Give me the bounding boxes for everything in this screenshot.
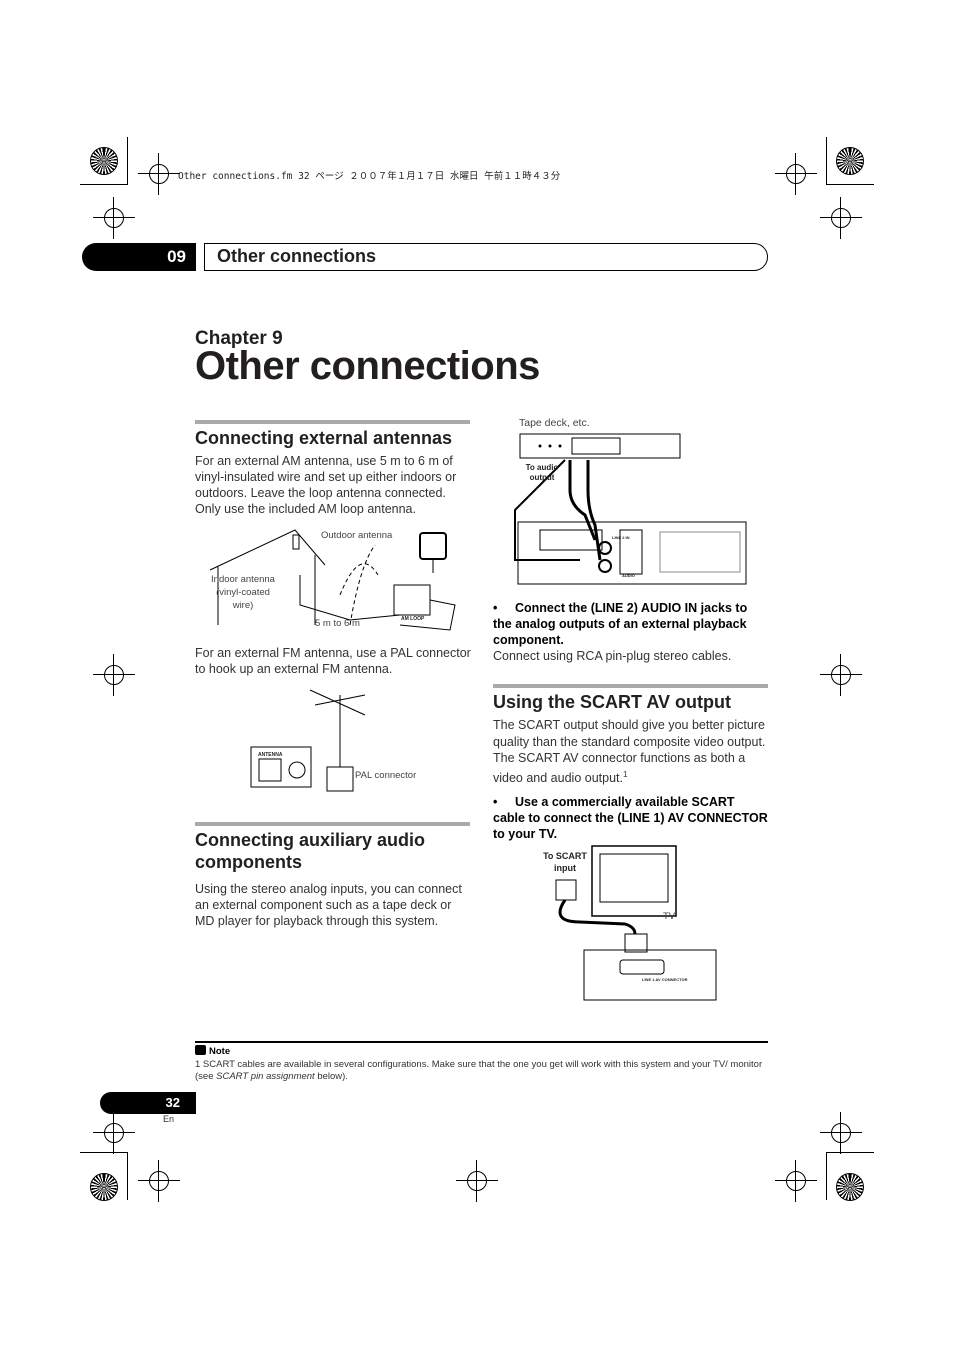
language-label: En [163,1114,175,1124]
scart-input-label: To SCART input [543,851,587,873]
pal-connector-label: PAL connector [355,770,417,781]
note-heading: Note [195,1045,768,1059]
page-title: Other connections [195,344,540,388]
chapter-number-tab: 09 [82,243,196,271]
av-connector-label: LINE 1 AV CONNECTOR [642,977,688,982]
divider [195,1041,768,1043]
registration-mark [93,197,135,239]
registration-mark [456,1160,498,1202]
paragraph: For an external AM antenna, use 5 m to 6… [195,454,457,516]
registration-mark [93,654,135,696]
registration-mark [820,654,862,696]
indoor-antenna-label: Indoor antenna (vinyl-coated wire) [211,574,275,611]
step-text: Connect the (LINE 2) AUDIO IN jacks to t… [493,601,748,647]
note-icon [195,1045,206,1055]
step-line2: • Connect the (LINE 2) AUDIO IN jacks to … [493,600,768,664]
length-label: 5 m to 6 m [315,618,360,629]
am-loop-terminal-label: AM LOOP [401,616,425,622]
step-text: Use a commercially available SCART cable… [493,795,768,842]
tape-deck-label: Tape deck, etc. [519,417,590,429]
instruction-step: • Connect the (LINE 2) AUDIO IN jacks to … [493,600,768,648]
bullet: • [493,601,498,615]
running-header: Other connections [204,243,768,271]
paragraph: Connect using RCA pin-plug stereo cables… [493,649,732,663]
fm-antenna-diagram [250,689,366,792]
registration-mark [93,1112,135,1154]
section-heading: Using the SCART AV output [493,684,768,713]
registration-mark [138,1160,180,1202]
registration-sunburst [90,147,118,175]
line2-in-label: LINE 2 IN [612,535,630,540]
paragraph: The SCART output should give you better … [493,717,768,786]
bullet: • [493,795,498,810]
tape-deck-diagram [514,433,747,585]
registration-mark [820,1112,862,1154]
page: Other connections.fm 32 ページ ２００７年１月１７日 水… [0,0,954,1350]
note-text: 1 SCART cables are available in several … [195,1058,763,1083]
registration-sunburst [836,147,864,175]
section-antennas: Connecting external antennas For an exte… [195,420,470,517]
page-number: 32 [100,1092,196,1114]
registration-mark [138,153,180,195]
paragraph: For an external FM antenna, use a PAL co… [195,646,471,676]
section-heading: Connecting auxiliary audio components [195,822,470,873]
scart-body: The SCART output should give you better … [493,718,766,785]
section-scart: Using the SCART AV output The SCART outp… [493,684,768,842]
paragraph: Using the stereo analog inputs, you can … [195,882,462,928]
registration-mark [775,153,817,195]
outdoor-antenna-label: Outdoor antenna [321,530,393,541]
audio-panel-label: AUDIO [622,573,635,578]
footnote: Note 1 SCART cables are available in sev… [195,1045,768,1084]
antenna-terminal-label: ANTENNA [258,752,283,758]
instruction-step: • Use a commercially available SCART cabl… [493,794,768,842]
section-heading: Connecting external antennas [195,420,470,449]
tv-label: TV [663,911,676,922]
section-aux: Connecting auxiliary audio components Us… [195,822,470,929]
audio-output-label: To audio output [525,463,559,482]
registration-sunburst [836,1173,864,1201]
footnote-ref: 1 [622,769,628,779]
registration-mark [775,1160,817,1202]
registration-sunburst [90,1173,118,1201]
registration-mark [820,197,862,239]
print-info: Other connections.fm 32 ページ ２００７年１月１７日 水… [178,171,561,182]
